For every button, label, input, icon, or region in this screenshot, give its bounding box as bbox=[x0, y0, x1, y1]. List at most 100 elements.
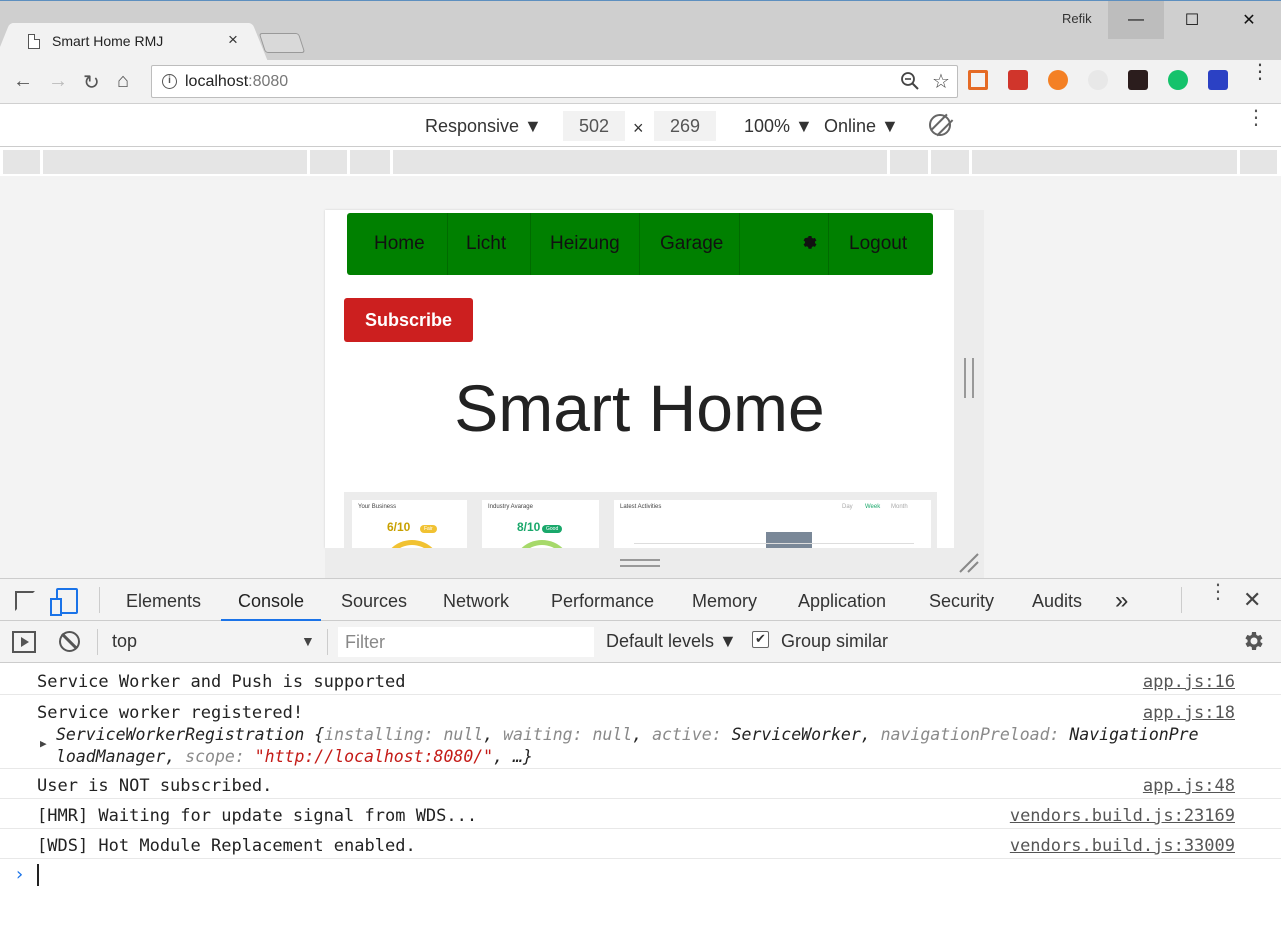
extension-red-icon[interactable] bbox=[1008, 70, 1028, 90]
message-source-link[interactable]: vendors.build.js:23169 bbox=[1010, 806, 1235, 826]
minimize-button[interactable]: — bbox=[1108, 1, 1164, 39]
nav-logout[interactable]: Logout bbox=[849, 233, 907, 255]
rotate-icon[interactable] bbox=[929, 114, 951, 136]
nav-divider bbox=[639, 213, 640, 275]
extension-office-icon[interactable] bbox=[968, 70, 988, 90]
url-text: localhost:8080 bbox=[185, 73, 288, 91]
message-source-link[interactable]: app.js:48 bbox=[1143, 776, 1235, 796]
nav-garage[interactable]: Garage bbox=[660, 233, 723, 255]
object-preview-line[interactable]: ServiceWorkerRegistration {installing: n… bbox=[56, 725, 1199, 744]
nav-home[interactable]: Home bbox=[374, 233, 425, 255]
log-levels-select[interactable]: Default levels ▼ bbox=[606, 631, 737, 652]
device-more-icon[interactable]: ⋮ bbox=[1246, 108, 1266, 128]
extension-blue-icon[interactable] bbox=[1208, 70, 1228, 90]
nav-divider bbox=[828, 213, 829, 275]
tab-security[interactable]: Security bbox=[929, 591, 994, 612]
tab-application[interactable]: Application bbox=[798, 591, 886, 612]
tab-sources[interactable]: Sources bbox=[341, 591, 407, 612]
devtools-menu-icon[interactable]: ⋮ bbox=[1208, 582, 1228, 602]
device-select[interactable]: Responsive ▼ bbox=[425, 116, 542, 137]
extension-orange-icon[interactable] bbox=[1048, 70, 1068, 90]
expand-arrow-icon[interactable]: ▶ bbox=[40, 737, 47, 750]
bookmark-star-icon[interactable]: ☆ bbox=[932, 69, 950, 94]
media-query-segment[interactable] bbox=[3, 150, 40, 174]
extension-grammarly-icon[interactable] bbox=[1168, 70, 1188, 90]
object-key: navigationPreload: bbox=[880, 725, 1060, 744]
media-query-segment[interactable] bbox=[890, 150, 928, 174]
object-key: installing: bbox=[324, 725, 434, 744]
nav-licht[interactable]: Licht bbox=[466, 233, 506, 255]
industry-card: Industry Avarage 8/10 Good bbox=[482, 500, 599, 548]
chart-tooltip bbox=[766, 532, 812, 548]
gear-icon[interactable] bbox=[1241, 629, 1265, 653]
nav-heizung[interactable]: Heizung bbox=[550, 233, 620, 255]
subscribe-button[interactable]: Subscribe bbox=[344, 298, 473, 342]
reload-icon[interactable]: ↻ bbox=[83, 70, 100, 95]
home-icon[interactable]: ⌂ bbox=[117, 70, 129, 93]
message-source-link[interactable]: app.js:18 bbox=[1143, 703, 1235, 723]
console-prompt-icon: › bbox=[14, 864, 25, 885]
tab-audits[interactable]: Audits bbox=[1032, 591, 1082, 612]
tab-console[interactable]: Console bbox=[238, 591, 304, 612]
filter-input[interactable]: Filter bbox=[338, 627, 594, 657]
console-sidebar-icon[interactable] bbox=[12, 631, 36, 653]
group-similar-label[interactable]: Group similar bbox=[781, 631, 888, 652]
message-source-link[interactable]: app.js:16 bbox=[1143, 672, 1235, 692]
more-tabs-icon[interactable]: » bbox=[1115, 587, 1128, 615]
height-input[interactable]: 269 bbox=[654, 111, 716, 141]
message-text: Service Worker and Push is supported bbox=[37, 672, 406, 692]
chevron-down-icon[interactable]: ▼ bbox=[301, 633, 315, 649]
profile-name[interactable]: Refik bbox=[1062, 11, 1092, 26]
close-devtools-icon[interactable]: ✕ bbox=[1243, 587, 1261, 613]
browser-tab[interactable]: Smart Home RMJ × bbox=[8, 23, 254, 61]
nav-divider bbox=[447, 213, 448, 275]
tab-performance[interactable]: Performance bbox=[551, 591, 654, 612]
inspect-element-icon[interactable] bbox=[15, 591, 35, 611]
info-icon[interactable]: i bbox=[162, 74, 177, 89]
zoom-select[interactable]: 100% ▼ bbox=[744, 116, 813, 137]
business-card: Your Business 6/10 Fair bbox=[352, 500, 467, 548]
maximize-button[interactable]: ☐ bbox=[1164, 1, 1220, 39]
message-source-link[interactable]: vendors.build.js:33009 bbox=[1010, 836, 1235, 856]
document-icon bbox=[28, 34, 40, 49]
console-message: Service worker registered! app.js:18 ▶ S… bbox=[0, 695, 1281, 769]
context-select[interactable]: top bbox=[112, 631, 137, 652]
object-value: NavigationPre bbox=[1069, 725, 1199, 744]
back-arrow-icon[interactable]: ← bbox=[13, 70, 33, 93]
width-input[interactable]: 502 bbox=[563, 111, 625, 141]
forward-arrow-icon[interactable]: → bbox=[48, 70, 68, 93]
media-query-segment[interactable] bbox=[393, 150, 887, 174]
extension-pdf-icon[interactable] bbox=[1128, 70, 1148, 90]
media-query-segment[interactable] bbox=[1240, 150, 1277, 174]
tab-memory[interactable]: Memory bbox=[692, 591, 757, 612]
new-tab-button[interactable] bbox=[258, 33, 306, 53]
console-input[interactable] bbox=[37, 864, 39, 886]
media-query-segment[interactable] bbox=[972, 150, 1237, 174]
tab-elements[interactable]: Elements bbox=[126, 591, 201, 612]
tab-close-icon[interactable]: × bbox=[228, 30, 238, 50]
url-host: localhost bbox=[185, 73, 249, 90]
gear-icon[interactable] bbox=[801, 233, 819, 251]
resize-width-handle[interactable] bbox=[964, 358, 974, 398]
site-title: Smart Home bbox=[454, 371, 825, 445]
resize-height-handle[interactable] bbox=[620, 559, 660, 567]
group-similar-checkbox[interactable]: ✔ bbox=[752, 631, 769, 648]
tab-network[interactable]: Network bbox=[443, 591, 509, 612]
zoom-out-icon[interactable] bbox=[900, 71, 920, 91]
media-query-segment[interactable] bbox=[43, 150, 307, 174]
media-query-segment[interactable] bbox=[310, 150, 347, 174]
extension-gray-icon[interactable] bbox=[1088, 70, 1108, 90]
close-window-button[interactable]: ✕ bbox=[1221, 1, 1277, 39]
devtools-tabbar: Elements Console Sources Network Perform… bbox=[0, 578, 1281, 621]
media-query-segment[interactable] bbox=[350, 150, 390, 174]
media-query-segment[interactable] bbox=[931, 150, 969, 174]
object-preview-line[interactable]: loadManager, scope: "http://localhost:80… bbox=[56, 747, 533, 766]
object-value: null bbox=[443, 725, 484, 744]
toolbar-divider bbox=[327, 629, 328, 655]
clear-console-icon[interactable] bbox=[59, 631, 80, 652]
resize-corner-handle[interactable] bbox=[958, 552, 980, 574]
network-select[interactable]: Online ▼ bbox=[824, 116, 899, 137]
address-bar[interactable]: i localhost:8080 ☆ bbox=[151, 65, 958, 98]
device-toggle-icon[interactable] bbox=[50, 588, 78, 616]
chrome-menu-icon[interactable]: ⋮ bbox=[1250, 62, 1270, 82]
